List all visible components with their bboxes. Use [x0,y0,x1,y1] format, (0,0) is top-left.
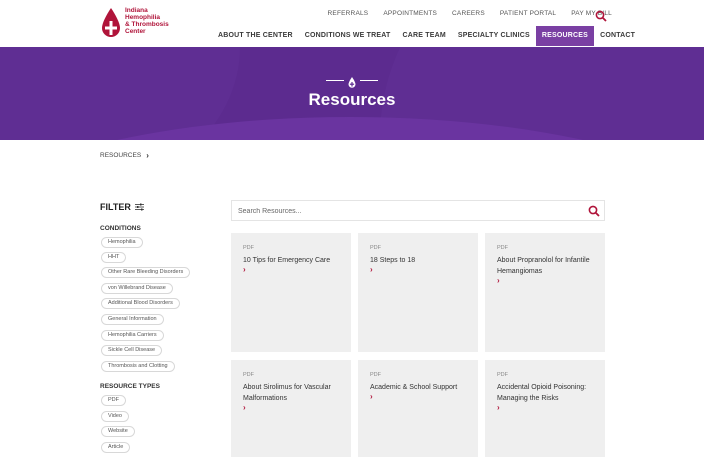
utility-link-patient-portal[interactable]: PATIENT PORTAL [500,10,556,17]
logo-line: Center [125,28,146,35]
divider-line [360,80,378,81]
filter-chip-general-information[interactable]: General Information [101,314,164,325]
filter-chip-sickle-cell-disease[interactable]: Sickle Cell Disease [101,345,163,356]
nav-conditions-we-treat[interactable]: CONDITIONS WE TREAT [299,26,397,46]
filter-chip-hemophilia[interactable]: Hemophilia [101,237,143,248]
logo-drop-icon [100,7,122,39]
resource-search [231,200,605,221]
site-header: Indiana Hemophilia & Thrombosis Center R… [0,0,704,47]
hero-banner: Resources [0,47,704,140]
nav-specialty-clinics[interactable]: SPECIALTY CLINICS [452,26,536,46]
card-title[interactable]: 10 Tips for Emergency Care [243,255,343,266]
search-input[interactable] [238,203,568,219]
page-title: Resources [308,90,396,109]
filter-chip-thrombosis-and-clotting[interactable]: Thrombosis and Clotting [101,361,175,372]
divider-line [326,80,344,81]
chevron-right-icon[interactable]: › [243,403,246,412]
filter-chip-other-rare-bleeding-disorders[interactable]: Other Rare Bleeding Disorders [101,267,191,278]
card-type: PDF [243,245,254,251]
header-search-icon[interactable] [595,9,607,22]
card-title[interactable]: 18 Steps to 18 [370,255,470,266]
chevron-right-icon[interactable]: › [370,392,373,401]
site-logo[interactable]: Indiana Hemophilia & Thrombosis Center [100,7,169,39]
utility-link-referrals[interactable]: REFERRALS [328,10,369,17]
filter-chip-hht[interactable]: HHT [101,252,127,263]
resource-card[interactable]: PDF 10 Tips for Emergency Care › [231,233,351,352]
resource-types-label: RESOURCE TYPES [100,383,160,390]
filter-chip-pdf[interactable]: PDF [101,395,126,406]
sliders-icon[interactable] [134,203,144,211]
nav-resources[interactable]: RESOURCES [535,26,595,46]
logo-line: Hemophilia [125,14,161,21]
chevron-right-icon[interactable]: › [370,265,373,274]
resource-card[interactable]: PDF About Sirolimus for Vascular Malform… [231,360,351,457]
utility-link-careers[interactable]: CAREERS [452,10,485,17]
filter-chip-hemophilia-carriers[interactable]: Hemophilia Carriers [101,330,164,341]
card-type: PDF [497,245,508,251]
breadcrumb: RESOURCES › [100,151,149,160]
card-title[interactable]: Accidental Opioid Poisoning: Managing th… [497,382,597,404]
logo-text: Indiana Hemophilia & Thrombosis Center [125,7,169,35]
logo-line: Indiana [125,7,148,14]
filter-chip-additional-blood-disorders[interactable]: Additional Blood Disorders [101,298,180,309]
chevron-right-icon[interactable]: › [497,276,500,285]
chevron-right-icon[interactable]: › [497,403,500,412]
chevron-right-icon[interactable]: › [243,265,246,274]
logo-line: & Thrombosis [125,21,169,28]
main-nav: ABOUT THE CENTER CONDITIONS WE TREAT CAR… [212,26,641,46]
card-type: PDF [370,372,381,378]
resource-card[interactable]: PDF About Propranolol for Infantile Hema… [485,233,605,352]
card-type: PDF [370,245,381,251]
chevron-right-icon: › [146,151,149,160]
search-icon[interactable] [588,205,600,217]
card-type: PDF [497,372,508,378]
card-title[interactable]: About Sirolimus for Vascular Malformatio… [243,382,343,404]
nav-care-team[interactable]: CARE TEAM [397,26,452,46]
utility-link-appointments[interactable]: APPOINTMENTS [383,10,437,17]
resource-card[interactable]: PDF 18 Steps to 18 › [358,233,478,352]
utility-nav: REFERRALS APPOINTMENTS CAREERS PATIENT P… [313,10,612,17]
filter-heading: FILTER [100,202,144,212]
card-title[interactable]: Academic & School Support [370,382,470,393]
resource-card[interactable]: PDF Accidental Opioid Poisoning: Managin… [485,360,605,457]
filter-title: FILTER [100,202,131,212]
filter-chip-von-willebrand-disease[interactable]: von Willebrand Disease [101,283,173,294]
hero-divider [326,75,378,88]
nav-contact[interactable]: CONTACT [594,26,641,46]
card-type: PDF [243,372,254,378]
resource-card[interactable]: PDF Academic & School Support › [358,360,478,457]
breadcrumb-item[interactable]: RESOURCES [100,152,141,159]
conditions-label: CONDITIONS [100,225,141,232]
filter-chip-article[interactable]: Article [101,442,131,453]
filter-chip-video[interactable]: Video [101,411,129,422]
card-title[interactable]: About Propranolol for Infantile Hemangio… [497,255,597,277]
filter-chip-website[interactable]: Website [101,426,135,437]
nav-about-the-center[interactable]: ABOUT THE CENTER [212,26,299,46]
